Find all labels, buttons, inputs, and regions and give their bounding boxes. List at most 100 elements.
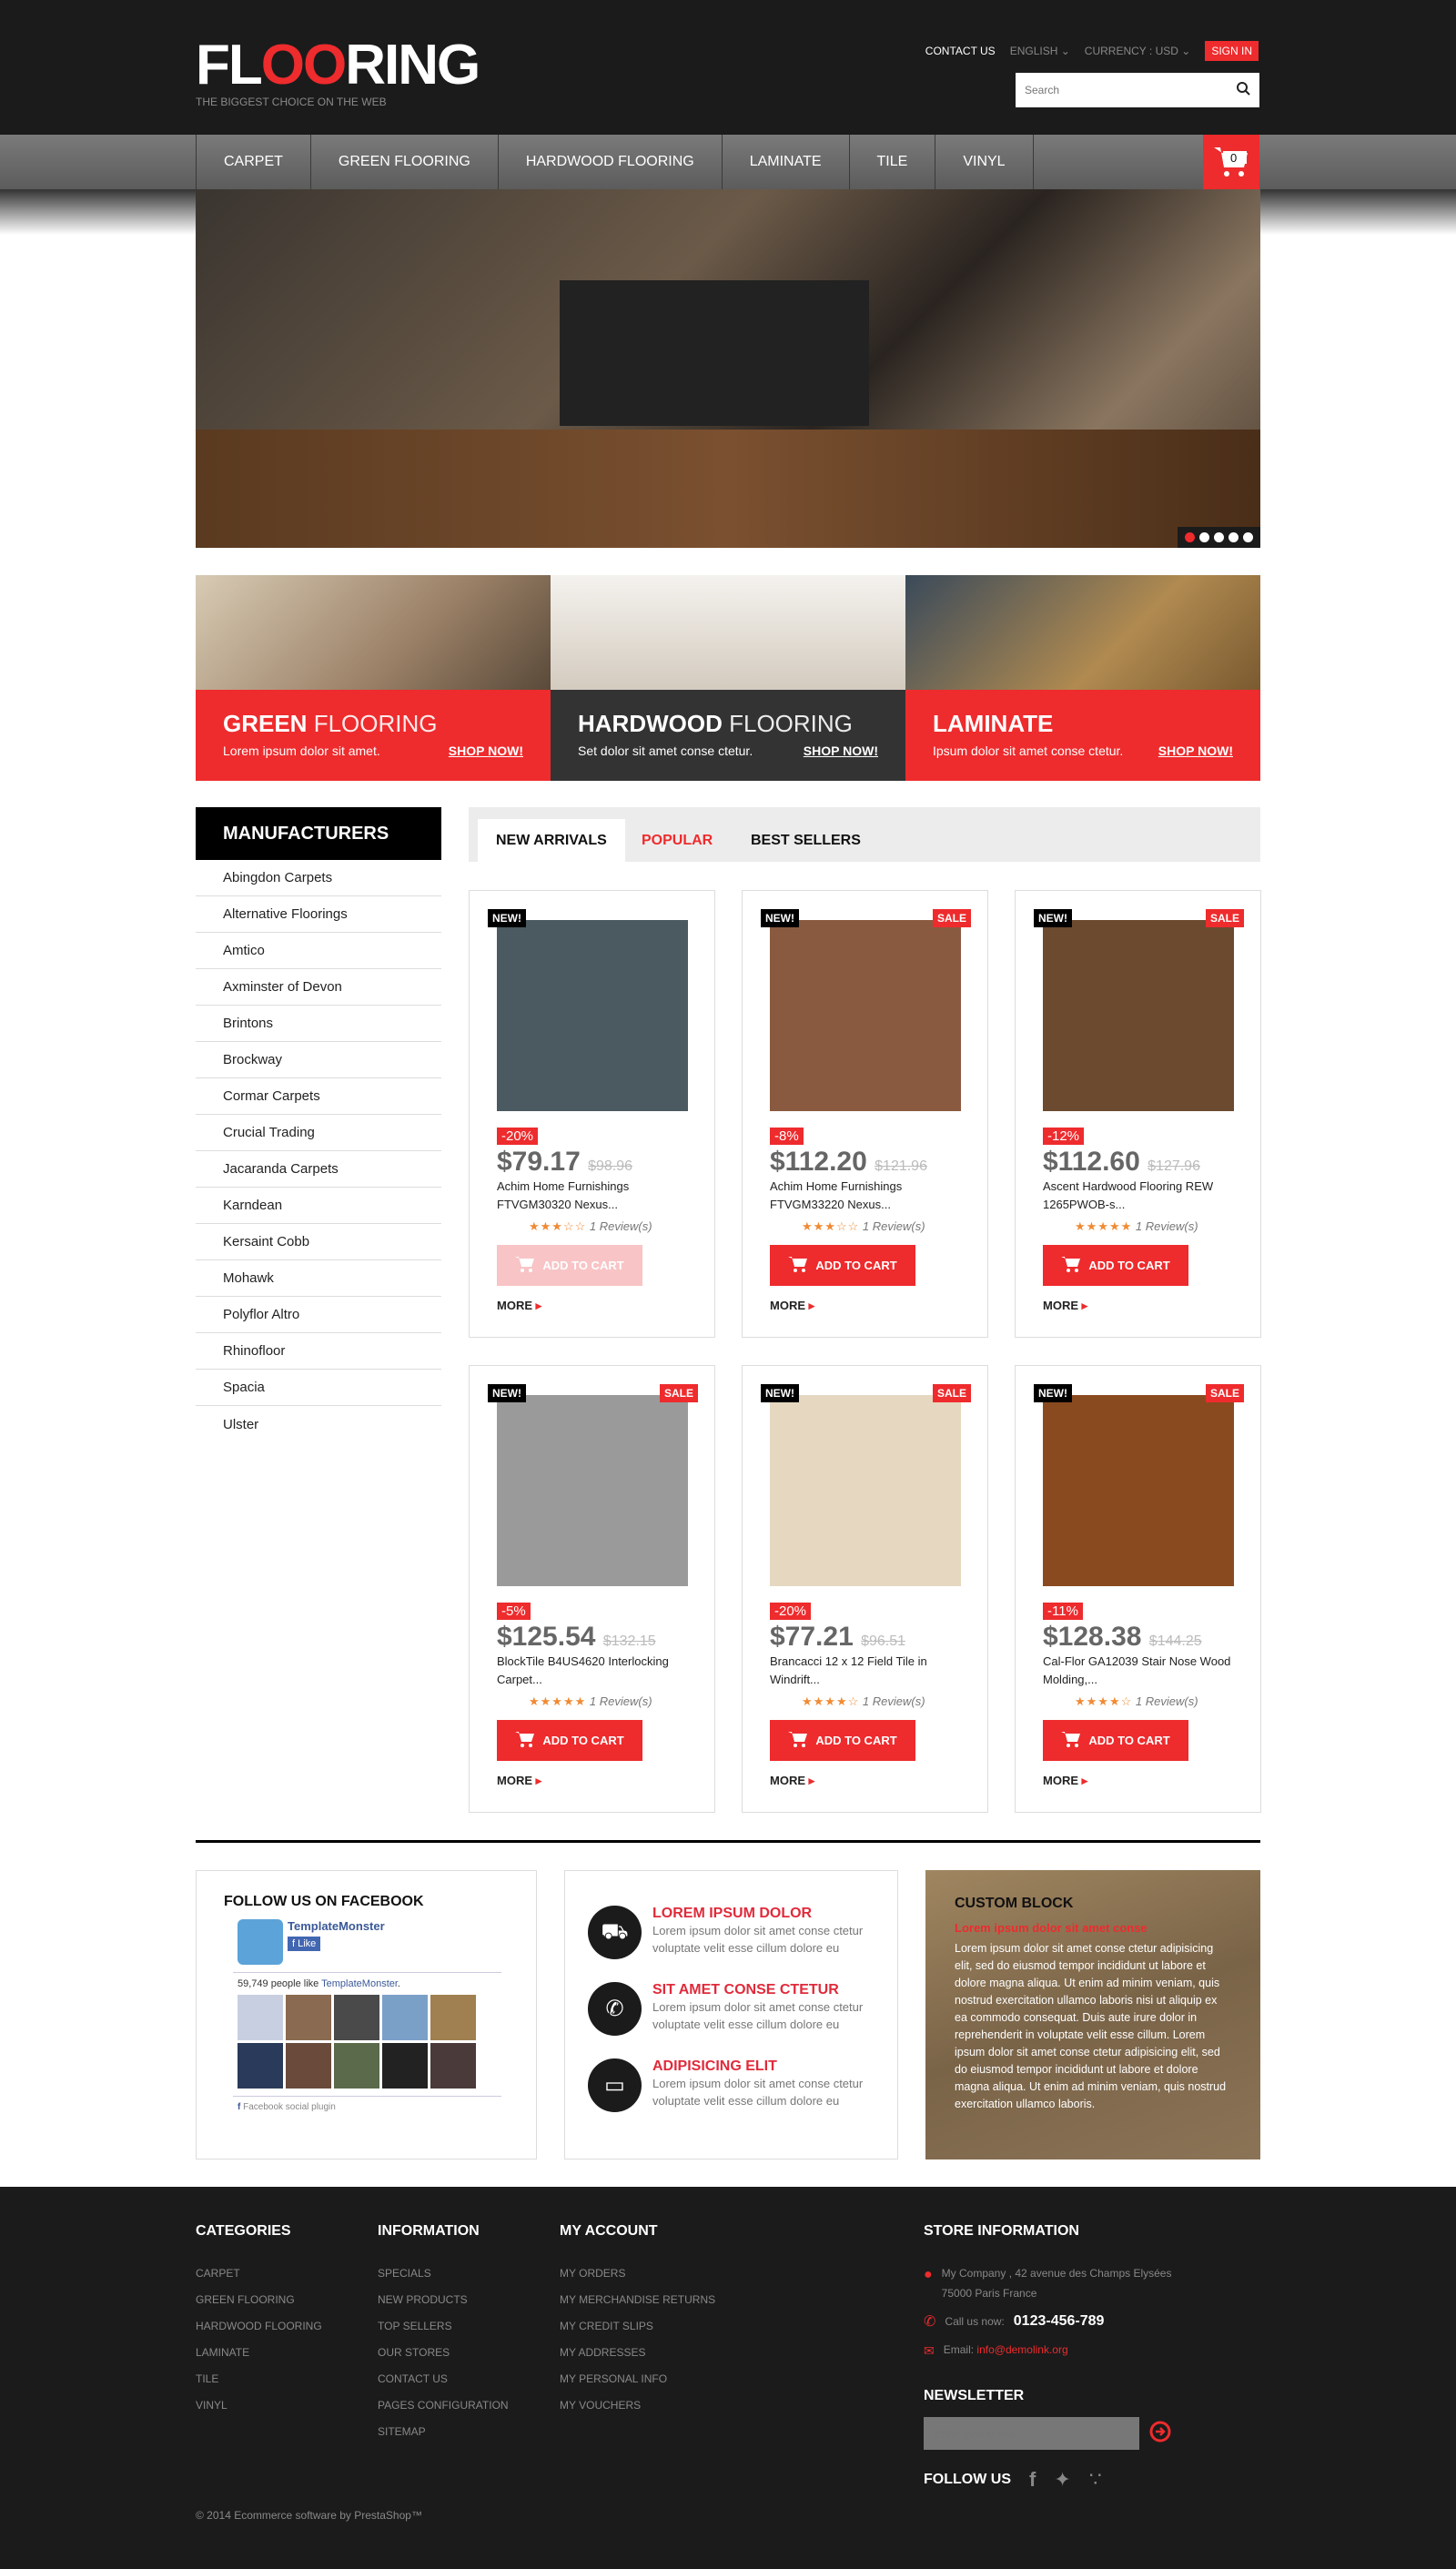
- manufacturer-link[interactable]: Ulster: [196, 1406, 441, 1442]
- manufacturer-link[interactable]: Karndean: [196, 1188, 441, 1224]
- fan-avatar[interactable]: [238, 2043, 283, 2089]
- more-link[interactable]: MORE ▸: [1043, 1774, 1243, 1788]
- nav-item-green-flooring[interactable]: GREEN FLOORING: [311, 135, 499, 189]
- slider-dot[interactable]: [1243, 532, 1253, 542]
- fan-avatar[interactable]: [238, 1995, 283, 2040]
- product-image[interactable]: [770, 1395, 961, 1586]
- footer-link[interactable]: TILE: [196, 2372, 322, 2399]
- manufacturer-link[interactable]: Kersaint Cobb: [196, 1224, 441, 1260]
- slider-dot[interactable]: [1185, 532, 1195, 542]
- manufacturer-link[interactable]: Crucial Trading: [196, 1115, 441, 1151]
- search-icon[interactable]: [1236, 81, 1250, 100]
- fan-avatar[interactable]: [382, 1995, 428, 2040]
- nav-item-carpet[interactable]: CARPET: [197, 135, 311, 189]
- tab-best-sellers[interactable]: BEST SELLERS: [742, 819, 870, 862]
- footer-link[interactable]: NEW PRODUCTS: [378, 2293, 509, 2320]
- more-link[interactable]: MORE ▸: [497, 1299, 697, 1313]
- search-input[interactable]: [1025, 84, 1207, 96]
- footer-link[interactable]: SITEMAP: [378, 2425, 509, 2452]
- tab-new-arrivals[interactable]: NEW ARRIVALS: [478, 819, 625, 862]
- sign-in-button[interactable]: SIGN IN: [1205, 41, 1259, 61]
- fan-avatar[interactable]: [334, 1995, 379, 2040]
- language-selector[interactable]: ENGLISH ⌄: [1010, 45, 1070, 57]
- manufacturer-link[interactable]: Alternative Floorings: [196, 896, 441, 933]
- more-link[interactable]: MORE ▸: [770, 1774, 970, 1788]
- footer-link[interactable]: MY PERSONAL INFO: [560, 2372, 715, 2399]
- facebook-like-button[interactable]: f Like: [288, 1937, 321, 1951]
- product-name[interactable]: Ascent Hardwood Flooring REW 1265PWOB-s.…: [1043, 1178, 1243, 1214]
- footer-link[interactable]: TOP SELLERS: [378, 2320, 509, 2346]
- slider-dot[interactable]: [1199, 532, 1209, 542]
- manufacturer-link[interactable]: Cormar Carpets: [196, 1078, 441, 1115]
- twitter-icon[interactable]: ✦: [1054, 2468, 1070, 2492]
- product-image[interactable]: [770, 920, 961, 1111]
- footer-link[interactable]: PAGES CONFIGURATION: [378, 2399, 509, 2425]
- page-avatar[interactable]: [238, 1919, 283, 1965]
- footer-link[interactable]: SPECIALS: [378, 2267, 509, 2293]
- more-link[interactable]: MORE ▸: [770, 1299, 970, 1313]
- add-to-cart-button[interactable]: ADD TO CART: [497, 1720, 642, 1761]
- manufacturer-link[interactable]: Abingdon Carpets: [196, 860, 441, 896]
- product-name[interactable]: Cal-Flor GA12039 Stair Nose Wood Molding…: [1043, 1653, 1243, 1689]
- add-to-cart-button[interactable]: ADD TO CART: [770, 1245, 915, 1286]
- add-to-cart-button[interactable]: ADD TO CART: [1043, 1720, 1188, 1761]
- footer-link[interactable]: OUR STORES: [378, 2346, 509, 2372]
- currency-selector[interactable]: CURRENCY : USD ⌄: [1085, 45, 1191, 57]
- hero-slider[interactable]: [196, 189, 1260, 548]
- promo-banner[interactable]: GREEN FLOORING Lorem ipsum dolor sit amet…: [196, 575, 551, 781]
- manufacturer-link[interactable]: Brintons: [196, 1006, 441, 1042]
- product-image[interactable]: [1043, 1395, 1234, 1586]
- product-image[interactable]: [497, 920, 688, 1111]
- manufacturer-link[interactable]: Polyflor Altro: [196, 1297, 441, 1333]
- manufacturer-link[interactable]: Jacaranda Carpets: [196, 1151, 441, 1188]
- product-name[interactable]: Brancacci 12 x 12 Field Tile in Windrift…: [770, 1653, 970, 1689]
- page-link[interactable]: TemplateMonster: [321, 1978, 398, 1989]
- footer-link[interactable]: MY ADDRESSES: [560, 2346, 715, 2372]
- manufacturer-link[interactable]: Axminster of Devon: [196, 969, 441, 1006]
- add-to-cart-button[interactable]: ADD TO CART: [497, 1245, 642, 1286]
- footer-link[interactable]: LAMINATE: [196, 2346, 322, 2372]
- nav-item-tile[interactable]: TILE: [850, 135, 936, 189]
- nav-item-hardwood-flooring[interactable]: HARDWOOD FLOORING: [499, 135, 723, 189]
- product-name[interactable]: BlockTile B4US4620 Interlocking Carpet..…: [497, 1653, 697, 1689]
- footer-link[interactable]: MY ORDERS: [560, 2267, 715, 2293]
- fan-avatar[interactable]: [286, 1995, 331, 2040]
- store-email-link[interactable]: info@demolink.org: [976, 2343, 1067, 2356]
- footer-link[interactable]: MY MERCHANDISE RETURNS: [560, 2293, 715, 2320]
- manufacturer-link[interactable]: Amtico: [196, 933, 441, 969]
- footer-link[interactable]: CARPET: [196, 2267, 322, 2293]
- manufacturer-link[interactable]: Spacia: [196, 1370, 441, 1406]
- more-link[interactable]: MORE ▸: [497, 1774, 697, 1788]
- footer-link[interactable]: CONTACT US: [378, 2372, 509, 2399]
- contact-us-link[interactable]: CONTACT US: [925, 45, 996, 57]
- promo-banner[interactable]: HARDWOOD FLOORING Set dolor sit amet cons…: [551, 575, 905, 781]
- fan-avatar[interactable]: [430, 1995, 476, 2040]
- slider-dot[interactable]: [1214, 532, 1224, 542]
- footer-link[interactable]: MY CREDIT SLIPS: [560, 2320, 715, 2346]
- more-link[interactable]: MORE ▸: [1043, 1299, 1243, 1313]
- newsletter-submit-button[interactable]: [1148, 2420, 1172, 2448]
- cart-button[interactable]: 0: [1203, 135, 1259, 189]
- product-name[interactable]: Achim Home Furnishings FTVGM30320 Nexus.…: [497, 1178, 697, 1214]
- footer-link[interactable]: VINYL: [196, 2399, 322, 2425]
- manufacturer-link[interactable]: Rhinofloor: [196, 1333, 441, 1370]
- footer-link[interactable]: HARDWOOD FLOORING: [196, 2320, 322, 2346]
- fan-avatar[interactable]: [382, 2043, 428, 2089]
- fan-avatar[interactable]: [334, 2043, 379, 2089]
- newsletter-email-input[interactable]: [924, 2417, 1139, 2450]
- add-to-cart-button[interactable]: ADD TO CART: [1043, 1245, 1188, 1286]
- nav-item-vinyl[interactable]: VINYL: [935, 135, 1034, 189]
- shop-now-link[interactable]: SHOP NOW!: [449, 743, 523, 758]
- tab-popular[interactable]: POPULAR: [632, 819, 722, 862]
- fan-avatar[interactable]: [430, 2043, 476, 2089]
- footer-link[interactable]: GREEN FLOORING: [196, 2293, 322, 2320]
- page-name[interactable]: TemplateMonster: [288, 1919, 385, 1933]
- nav-item-laminate[interactable]: LAMINATE: [723, 135, 850, 189]
- shop-now-link[interactable]: SHOP NOW!: [1158, 743, 1233, 758]
- product-image[interactable]: [1043, 920, 1234, 1111]
- add-to-cart-button[interactable]: ADD TO CART: [770, 1720, 915, 1761]
- slider-dot[interactable]: [1228, 532, 1239, 542]
- product-name[interactable]: Achim Home Furnishings FTVGM33220 Nexus.…: [770, 1178, 970, 1214]
- logo[interactable]: FLOORING: [196, 37, 480, 94]
- rss-icon[interactable]: ∵: [1089, 2468, 1102, 2492]
